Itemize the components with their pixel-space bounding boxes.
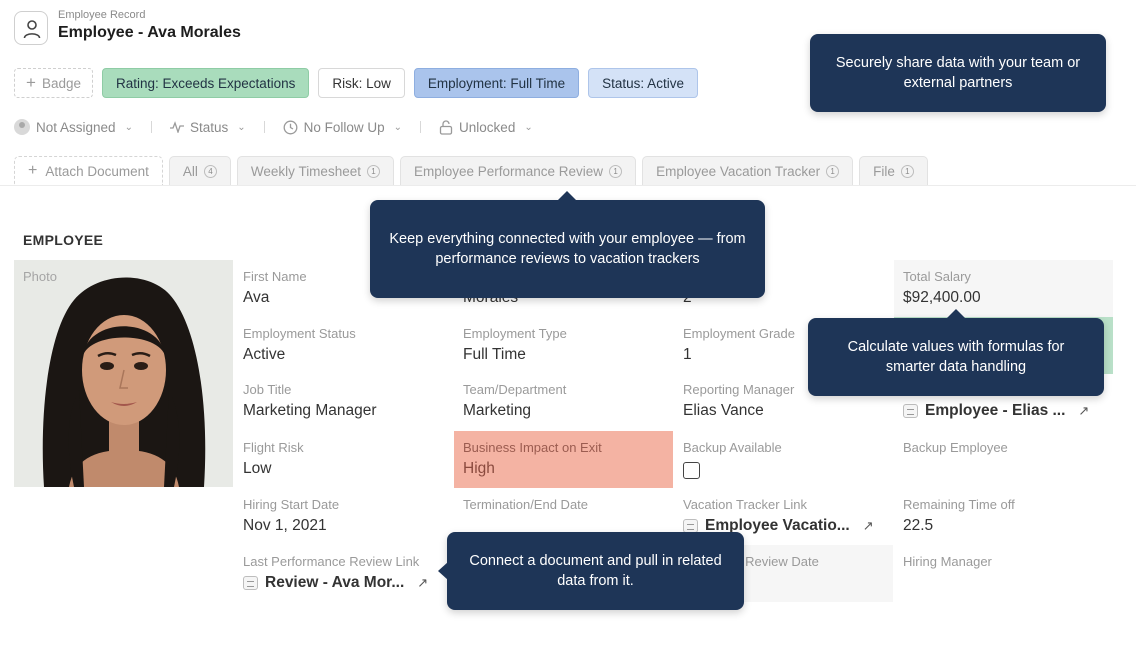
open-link-icon[interactable]: ↗ [863,518,874,534]
chevron-down-icon: ⌄ [393,121,403,133]
document-tabs: + Attach Document All 4 Weekly Timesheet 1 … [14,156,928,185]
tab-performance-review[interactable]: Employee Performance Review 1 [399,156,637,185]
section-title: EMPLOYEE [23,232,104,248]
field-job-title[interactable]: Job Title Marketing Manager [243,373,462,430]
field-remaining-time-off[interactable]: Remaining Time off 22.5 [903,488,1122,545]
photo-label: Photo [23,269,57,284]
user-icon [23,20,41,39]
document-icon [243,576,258,590]
callout-document: Connect a document and pull in related d… [438,532,744,610]
record-icon [14,11,48,45]
tab-weekly-timesheet[interactable]: Weekly Timesheet 1 [236,156,394,185]
clock-icon [283,120,298,134]
add-badge-button[interactable]: + Badge [14,68,93,98]
divider [150,121,152,133]
review-link[interactable]: Review - Ava Mor... [265,574,404,592]
employment-badge[interactable]: Employment: Full Time [413,68,580,98]
field-hiring-start-date[interactable]: Hiring Start Date Nov 1, 2021 [243,488,462,545]
count-badge: 4 [203,164,217,178]
callout-share: Securely share data with your team or ex… [810,34,1106,112]
attach-document-button[interactable]: + Attach Document [14,156,163,185]
status-dropdown[interactable]: Status ⌄ [169,120,246,135]
page-title: Employee - Ava Morales [58,24,241,41]
callout-pointer [438,562,448,580]
field-backup-employee[interactable]: Backup Employee [903,431,1122,488]
plus-icon: + [26,73,36,92]
risk-badge[interactable]: Risk: Low [318,68,405,98]
count-badge: 1 [366,164,380,178]
count-badge: 1 [826,164,840,178]
chevron-down-icon: ⌄ [124,121,133,133]
field-employment-status[interactable]: Employment Status Active [243,317,462,374]
field-hiring-manager[interactable]: Hiring Manager [903,545,1122,602]
tab-all[interactable]: All 4 [168,156,231,185]
employee-photo[interactable]: Photo [14,260,233,487]
chevron-down-icon: ⌄ [237,121,246,133]
plus-icon: + [28,162,38,179]
manager-link[interactable]: Employee - Elias ... [925,402,1065,420]
field-last-review-link[interactable]: Last Performance Review Link Review - Av… [243,545,462,602]
portrait-image [14,260,233,487]
status-badge[interactable]: Status: Active [588,68,698,98]
open-link-icon[interactable]: ↗ [417,575,428,591]
callout-formulas: Calculate values with formulas for smart… [808,309,1104,396]
avatar-icon [14,119,30,135]
backup-available-checkbox[interactable] [683,462,700,479]
tab-file[interactable]: File 1 [859,156,928,185]
field-total-salary[interactable]: Total Salary $92,400.00 [894,260,1113,317]
callout-pointer [557,191,577,201]
badge-row: + Badge Rating: Exceeds Expectations Risk… [14,68,698,98]
field-team-department[interactable]: Team/Department Marketing [463,373,682,430]
meta-row: Not Assigned ⌄ Status ⌄ No Follow Up ⌄ U… [14,119,533,135]
field-business-impact[interactable]: Business Impact on Exit High [454,431,673,488]
user-record-icon [903,404,918,418]
count-badge: 1 [609,164,623,178]
callout-pointer [946,309,966,319]
divider [420,121,422,133]
follow-up-dropdown[interactable]: No Follow Up ⌄ [283,120,402,135]
record-subtitle: Employee Record [58,9,146,21]
field-employment-type[interactable]: Employment Type Full Time [463,317,682,374]
chevron-down-icon: ⌄ [524,121,533,133]
rating-badge[interactable]: Rating: Exceeds Expectations [101,68,310,98]
assignee-dropdown[interactable]: Not Assigned ⌄ [14,119,133,135]
unlock-icon [439,119,453,135]
activity-icon [169,121,184,133]
divider [263,121,265,133]
field-backup-available[interactable]: Backup Available [683,431,902,488]
count-badge: 1 [900,164,914,178]
open-link-icon[interactable]: ↗ [1078,403,1089,419]
tab-divider [0,185,1136,186]
callout-connected: Keep everything connected with your empl… [370,191,765,298]
lock-dropdown[interactable]: Unlocked ⌄ [439,120,533,135]
tab-vacation-tracker[interactable]: Employee Vacation Tracker 1 [642,156,854,185]
field-flight-risk[interactable]: Flight Risk Low [243,431,462,488]
document-icon [683,519,698,533]
